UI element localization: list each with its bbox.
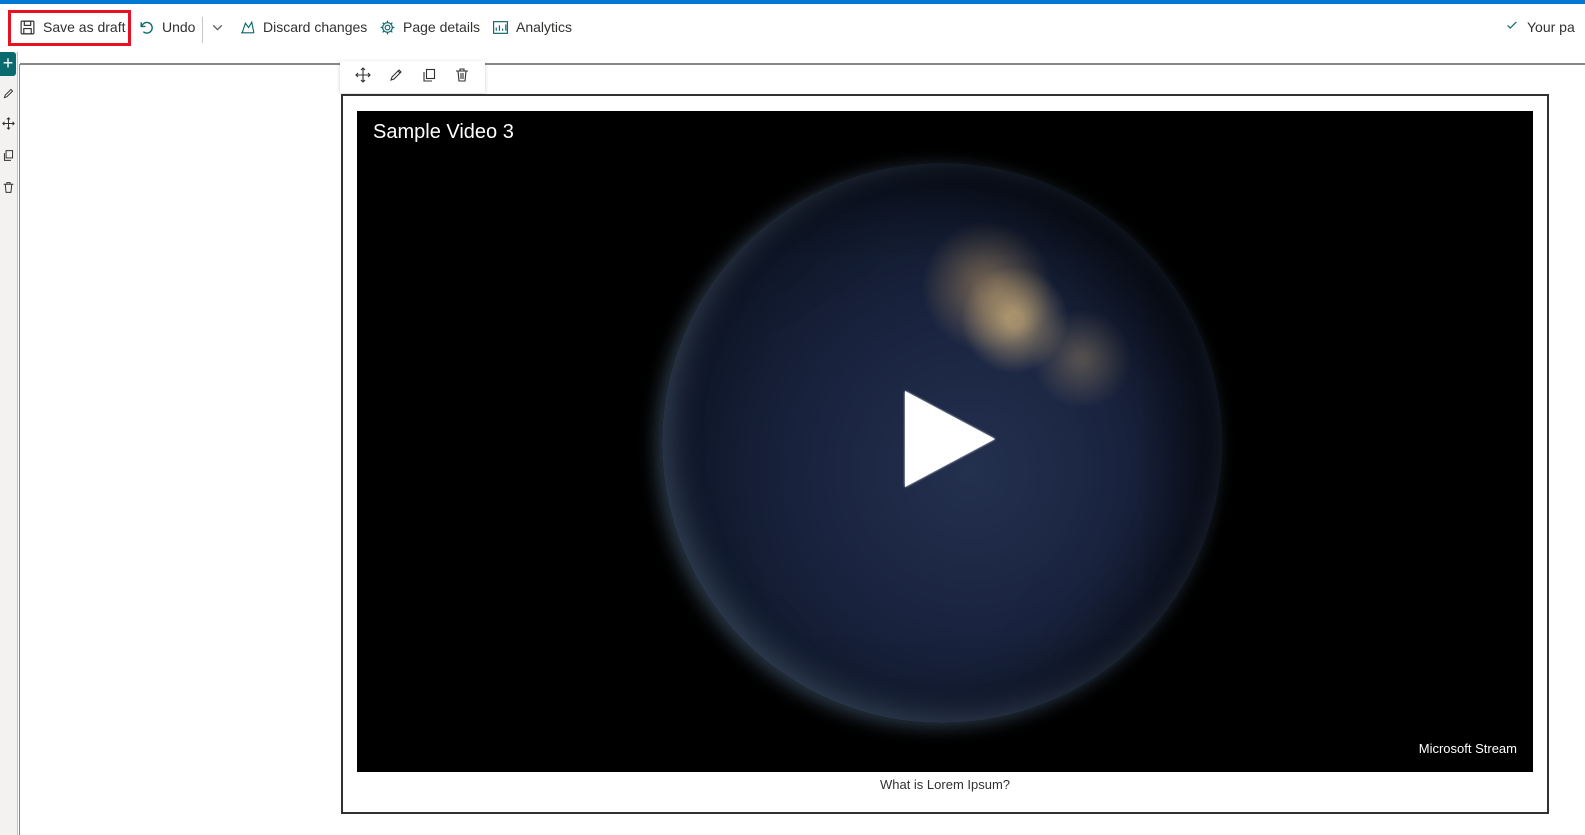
duplicate-icon xyxy=(2,149,15,167)
section-rail: + xyxy=(0,52,18,835)
edit-icon xyxy=(2,87,15,105)
analytics-button[interactable]: Analytics xyxy=(491,14,572,40)
save-status: Your pa xyxy=(1505,18,1575,35)
rail-delete-button[interactable] xyxy=(0,180,16,200)
chevron-down-icon xyxy=(208,18,226,36)
undo-icon xyxy=(137,18,155,36)
webpart-duplicate-button[interactable] xyxy=(418,66,440,88)
delete-icon xyxy=(2,181,15,199)
page-details-button[interactable]: Page details xyxy=(378,14,480,40)
duplicate-icon xyxy=(421,67,437,88)
toolbar-separator xyxy=(202,17,203,43)
rail-duplicate-button[interactable] xyxy=(0,148,16,168)
move-icon xyxy=(1,117,15,135)
move-icon xyxy=(354,66,371,88)
video-webpart[interactable]: Sample Video 3 Microsoft Stream What is … xyxy=(341,94,1549,814)
save-status-text: Your pa xyxy=(1527,18,1575,35)
undo-button[interactable]: Undo xyxy=(137,14,195,40)
save-as-draft-label: Save as draft xyxy=(43,19,126,35)
webpart-delete-button[interactable] xyxy=(451,66,473,88)
analytics-icon xyxy=(491,18,509,36)
canvas-top-border xyxy=(20,63,1585,65)
rail-move-button[interactable] xyxy=(0,116,16,136)
page-details-label: Page details xyxy=(403,19,481,35)
edit-icon xyxy=(388,67,404,88)
analytics-label: Analytics xyxy=(516,19,573,35)
video-caption[interactable]: What is Lorem Ipsum? xyxy=(343,777,1547,792)
webpart-toolbar xyxy=(340,61,485,93)
discard-changes-button[interactable]: Discard changes xyxy=(238,14,367,40)
webpart-move-button[interactable] xyxy=(352,66,374,88)
discard-changes-label: Discard changes xyxy=(263,19,368,35)
play-button[interactable] xyxy=(905,391,995,487)
webpart-edit-button[interactable] xyxy=(385,66,407,88)
command-bar: Save as draft Undo Discard changes Page … xyxy=(0,4,1585,50)
video-provider-label: Microsoft Stream xyxy=(1418,741,1517,756)
rail-edit-button[interactable] xyxy=(0,86,16,106)
video-player[interactable]: Sample Video 3 Microsoft Stream xyxy=(357,111,1533,772)
video-title: Sample Video 3 xyxy=(373,121,514,143)
undo-label: Undo xyxy=(162,19,196,35)
canvas-left-border xyxy=(19,64,20,835)
undo-dropdown-button[interactable] xyxy=(208,14,226,40)
add-section-button[interactable]: + xyxy=(0,52,16,76)
check-icon xyxy=(1505,18,1519,35)
delete-icon xyxy=(454,67,470,88)
discard-icon xyxy=(238,18,256,36)
save-as-draft-button[interactable]: Save as draft xyxy=(18,14,126,40)
gear-icon xyxy=(378,18,396,36)
save-icon xyxy=(18,18,36,36)
